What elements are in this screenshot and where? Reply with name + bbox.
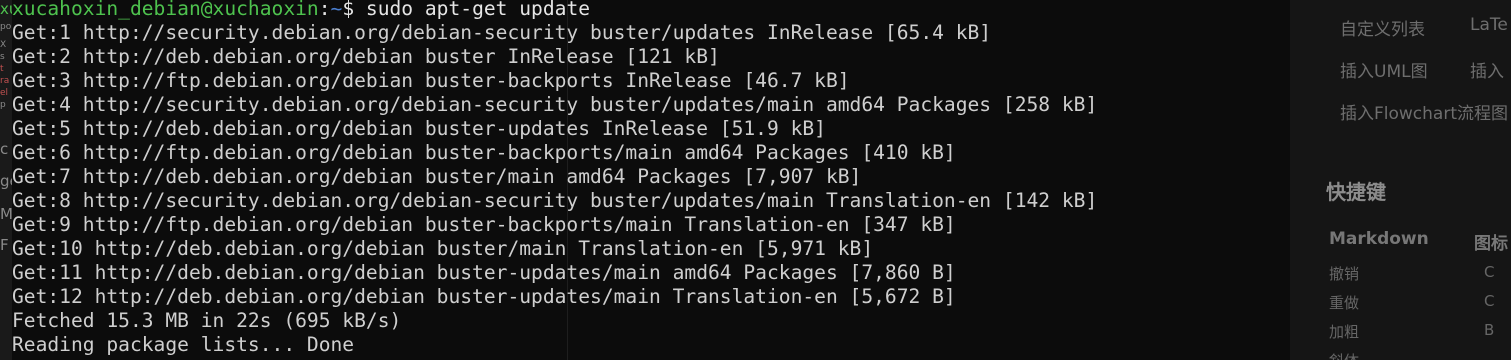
shortcut-row-redo: 重做 (1329, 294, 1360, 312)
output-line: Get:12 http://deb.debian.org/debian bust… (12, 285, 956, 308)
command-text: sudo apt-get update (365, 0, 591, 20)
section-heading-shortcuts: 快捷键 (1326, 180, 1386, 204)
menu-item-flowchart[interactable]: 插入Flowchart流程图 (1340, 99, 1508, 124)
left-fragment: s (0, 52, 5, 62)
menu-item-insert[interactable]: 插入 (1470, 57, 1504, 82)
left-fragment: el (0, 88, 9, 98)
prompt-line: xucahoxin_debian@xuchaoxin:~$ sudo apt-g… (12, 0, 590, 21)
left-fragment: M (0, 205, 12, 223)
left-fragment: ra (0, 76, 10, 86)
prompt-separator: : (318, 0, 331, 20)
menu-item-uml[interactable]: 插入UML图 (1340, 57, 1428, 82)
left-fragment: xu (0, 0, 12, 18)
output-line: Fetched 15.3 MB in 22s (695 kB/s) (12, 309, 402, 332)
shortcut-row-italic: 斜体 (1329, 350, 1359, 360)
menu-item-custom-list[interactable]: 自定义列表 (1340, 15, 1425, 40)
output-line: Get:3 http://ftp.debian.org/debian buste… (12, 69, 850, 92)
left-fragment: t (0, 64, 4, 74)
prompt-path: ~ (330, 0, 343, 20)
output-line: Get:7 http://deb.debian.org/debian buste… (12, 165, 862, 188)
output-line: Get:4 http://security.debian.org/debian-… (12, 93, 1098, 116)
shortcut-key: C (1484, 292, 1495, 310)
output-line: Get:8 http://security.debian.org/debian-… (12, 189, 1098, 212)
left-fragment: c (0, 140, 9, 158)
output-line: Reading package lists... Done (12, 333, 355, 356)
left-fragment: X (0, 40, 7, 50)
left-fragment: ge (0, 172, 12, 190)
output-line: Get:5 http://deb.debian.org/debian buste… (12, 117, 826, 140)
background-editor-window: 自定义列表 LaTe 插入UML图 插入 插入Flowchart流程图 快捷键 … (1290, 0, 1511, 360)
output-line: Get:9 http://ftp.debian.org/debian buste… (12, 213, 956, 236)
column-header-markdown: Markdown (1329, 229, 1429, 249)
output-line: Get:10 http://deb.debian.org/debian bust… (12, 237, 874, 260)
left-fragment: F (0, 236, 9, 254)
output-line: Get:1 http://security.debian.org/debian-… (12, 21, 992, 44)
left-fragment: p (0, 100, 6, 110)
prompt-user: xucahoxin_debian@xuchaoxin (12, 0, 319, 20)
terminal-window[interactable]: xucahoxin_debian@xuchaoxin:~$ sudo apt-g… (12, 0, 1282, 360)
shortcut-key: B (1484, 321, 1495, 339)
output-line: Get:11 http://deb.debian.org/debian bust… (12, 261, 956, 284)
prompt-symbol: $ (342, 0, 355, 20)
shortcut-key: C (1484, 263, 1495, 281)
background-window-left: xu po X s t ra el p c ge M F (0, 0, 12, 360)
menu-item-latex[interactable]: LaTe (1470, 15, 1508, 35)
shortcut-row-bold: 加粗 (1329, 323, 1360, 341)
output-line: Get:6 http://ftp.debian.org/debian buste… (12, 141, 956, 164)
shortcut-row-undo: 撤销 (1329, 265, 1360, 283)
output-line: Get:2 http://deb.debian.org/debian buste… (12, 45, 720, 68)
left-fragment: po (0, 22, 12, 32)
column-header-icon: 图标 (1474, 234, 1508, 254)
